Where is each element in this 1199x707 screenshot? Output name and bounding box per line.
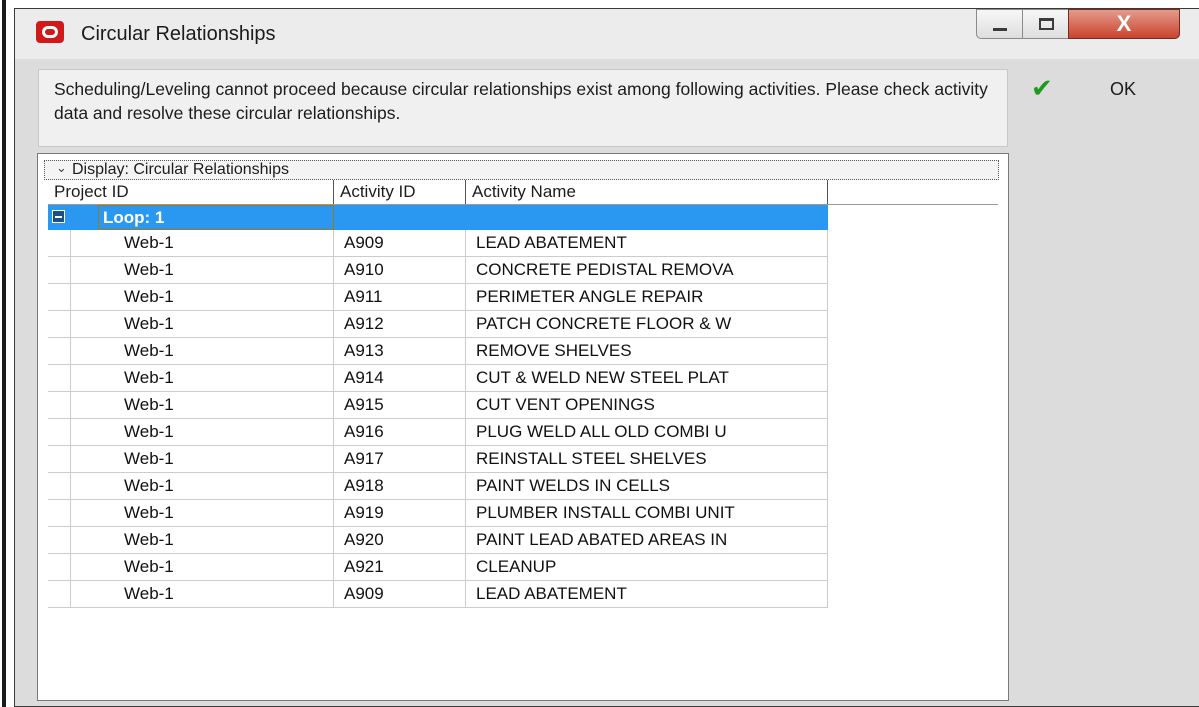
cell-project-id: Web-1	[48, 257, 334, 283]
cell-activity-name: PAINT LEAD ABATED AREAS IN	[466, 527, 828, 553]
cell-activity-id: A917	[334, 446, 466, 472]
table-row[interactable]: Web-1 A916 PLUG WELD ALL OLD COMBI U	[48, 419, 828, 446]
table-row[interactable]: Web-1 A920 PAINT LEAD ABATED AREAS IN	[48, 527, 828, 554]
cell-project-id: Web-1	[48, 311, 334, 337]
background-edge	[0, 0, 8, 707]
cell-activity-name: CONCRETE PEDISTAL REMOVA	[466, 257, 828, 283]
column-header-project-id[interactable]: Project ID	[48, 180, 334, 204]
cell-project-id: Web-1	[48, 446, 334, 472]
circular-relationships-dialog: Circular Relationships X Scheduling/Leve…	[14, 8, 1199, 707]
cell-project-id: Web-1	[48, 581, 334, 607]
cell-activity-name: CUT & WELD NEW STEEL PLAT	[466, 365, 828, 391]
ok-button-label: OK	[1110, 79, 1137, 99]
cell-project-id: Web-1	[48, 284, 334, 310]
chevron-down-icon: ⌄	[56, 160, 67, 175]
table-row[interactable]: Web-1 A921 CLEANUP	[48, 554, 828, 581]
column-headers: Project ID Activity ID Activity Name	[48, 180, 998, 205]
cell-activity-name: CLEANUP	[466, 554, 828, 580]
cell-activity-name: CUT VENT OPENINGS	[466, 392, 828, 418]
loop-group-label: Loop: 1	[98, 205, 334, 230]
ok-button[interactable]: ✔ OK	[1016, 69, 1179, 109]
table-row[interactable]: Web-1 A909 LEAD ABATEMENT	[48, 230, 828, 257]
column-header-activity-id[interactable]: Activity ID	[334, 180, 466, 204]
title-bar: Circular Relationships X	[15, 9, 1199, 59]
table-row[interactable]: Web-1 A913 REMOVE SHELVES	[48, 338, 828, 365]
message-panel: Scheduling/Leveling cannot proceed becau…	[38, 69, 1008, 147]
error-message: Scheduling/Leveling cannot proceed becau…	[54, 79, 988, 123]
cell-project-id: Web-1	[48, 392, 334, 418]
checkmark-icon: ✔	[1031, 73, 1053, 103]
close-button[interactable]: X	[1068, 9, 1180, 39]
display-options-bar[interactable]: ⌄ Display: Circular Relationships	[44, 160, 999, 180]
cell-project-id: Web-1	[48, 500, 334, 526]
loop-group-row[interactable]: Loop: 1	[48, 205, 828, 230]
cell-activity-id: A919	[334, 500, 466, 526]
cell-activity-id: A912	[334, 311, 466, 337]
table-row[interactable]: Web-1 A911 PERIMETER ANGLE REPAIR	[48, 284, 828, 311]
column-header-activity-name[interactable]: Activity Name	[466, 180, 828, 204]
minimize-icon	[993, 28, 1007, 31]
table-row[interactable]: Web-1 A917 REINSTALL STEEL SHELVES	[48, 446, 828, 473]
table-row[interactable]: Web-1 A915 CUT VENT OPENINGS	[48, 392, 828, 419]
cell-activity-name: PATCH CONCRETE FLOOR & W	[466, 311, 828, 337]
cell-activity-name: REMOVE SHELVES	[466, 338, 828, 364]
table-row[interactable]: Web-1 A909 LEAD ABATEMENT	[48, 581, 828, 608]
table-row[interactable]: Web-1 A918 PAINT WELDS IN CELLS	[48, 473, 828, 500]
maximize-button[interactable]	[1022, 9, 1069, 39]
cell-activity-name: LEAD ABATEMENT	[466, 581, 828, 607]
table-row[interactable]: Web-1 A914 CUT & WELD NEW STEEL PLAT	[48, 365, 828, 392]
cell-project-id: Web-1	[48, 527, 334, 553]
cell-project-id: Web-1	[48, 419, 334, 445]
cell-activity-id: A909	[334, 230, 466, 256]
grid-rows: Loop: 1 Web-1 A909 LEAD ABATEMENT Web-1 A910…	[48, 205, 828, 608]
cell-activity-name: REINSTALL STEEL SHELVES	[466, 446, 828, 472]
cell-activity-id: A916	[334, 419, 466, 445]
cell-activity-id: A921	[334, 554, 466, 580]
oracle-app-icon	[36, 21, 64, 43]
display-options-label: Display: Circular Relationships	[72, 161, 289, 178]
minimize-button[interactable]	[976, 9, 1023, 39]
cell-activity-name: PERIMETER ANGLE REPAIR	[466, 284, 828, 310]
close-icon: X	[1116, 11, 1132, 36]
cell-activity-name: PLUG WELD ALL OLD COMBI U	[466, 419, 828, 445]
cell-activity-id: A920	[334, 527, 466, 553]
cell-project-id: Web-1	[48, 554, 334, 580]
cell-activity-name: PLUMBER INSTALL COMBI UNIT	[466, 500, 828, 526]
table-row[interactable]: Web-1 A912 PATCH CONCRETE FLOOR & W	[48, 311, 828, 338]
cell-activity-id: A910	[334, 257, 466, 283]
table-row[interactable]: Web-1 A919 PLUMBER INSTALL COMBI UNIT	[48, 500, 828, 527]
cell-project-id: Web-1	[48, 338, 334, 364]
circular-relationships-grid: ⌄ Display: Circular Relationships Projec…	[37, 153, 1009, 701]
cell-activity-id: A911	[334, 284, 466, 310]
cell-activity-id: A915	[334, 392, 466, 418]
cell-activity-id: A918	[334, 473, 466, 499]
cell-project-id: Web-1	[48, 473, 334, 499]
table-row[interactable]: Web-1 A910 CONCRETE PEDISTAL REMOVA	[48, 257, 828, 284]
cell-activity-id: A914	[334, 365, 466, 391]
window-title: Circular Relationships	[81, 23, 276, 45]
cell-project-id: Web-1	[48, 230, 334, 256]
maximize-icon	[1039, 18, 1054, 30]
collapse-icon[interactable]	[52, 210, 65, 223]
cell-project-id: Web-1	[48, 365, 334, 391]
cell-activity-name: LEAD ABATEMENT	[466, 230, 828, 256]
cell-activity-id: A909	[334, 581, 466, 607]
background-border	[2, 0, 6, 707]
cell-activity-name: PAINT WELDS IN CELLS	[466, 473, 828, 499]
cell-activity-id: A913	[334, 338, 466, 364]
